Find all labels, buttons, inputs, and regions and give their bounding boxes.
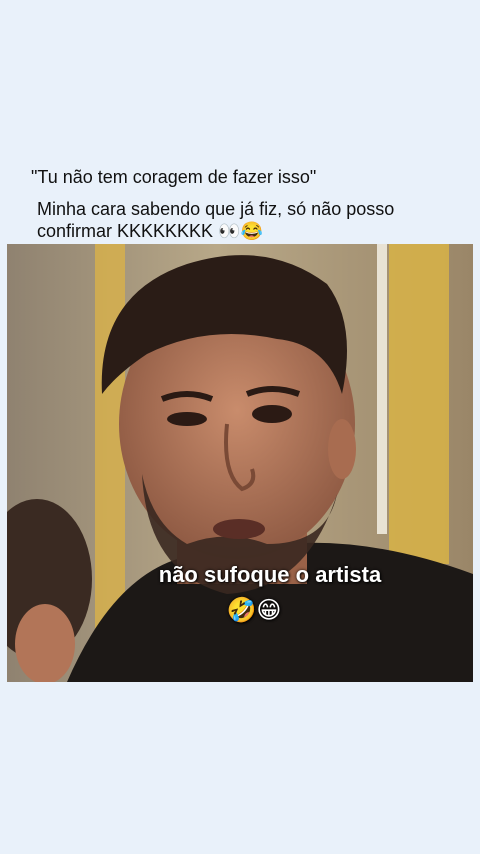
video-overlay-text: não sufoque o artista — [158, 562, 382, 587]
post-caption: Minha cara sabendo que já fiz, só não po… — [37, 199, 395, 241]
video-frame[interactable]: não sufoque o artista 🤣😁 — [7, 244, 473, 682]
post-quote: "Tu não tem coragem de fazer isso" — [31, 167, 317, 187]
video-overlay-emoji: 🤣😁 — [226, 596, 282, 624]
